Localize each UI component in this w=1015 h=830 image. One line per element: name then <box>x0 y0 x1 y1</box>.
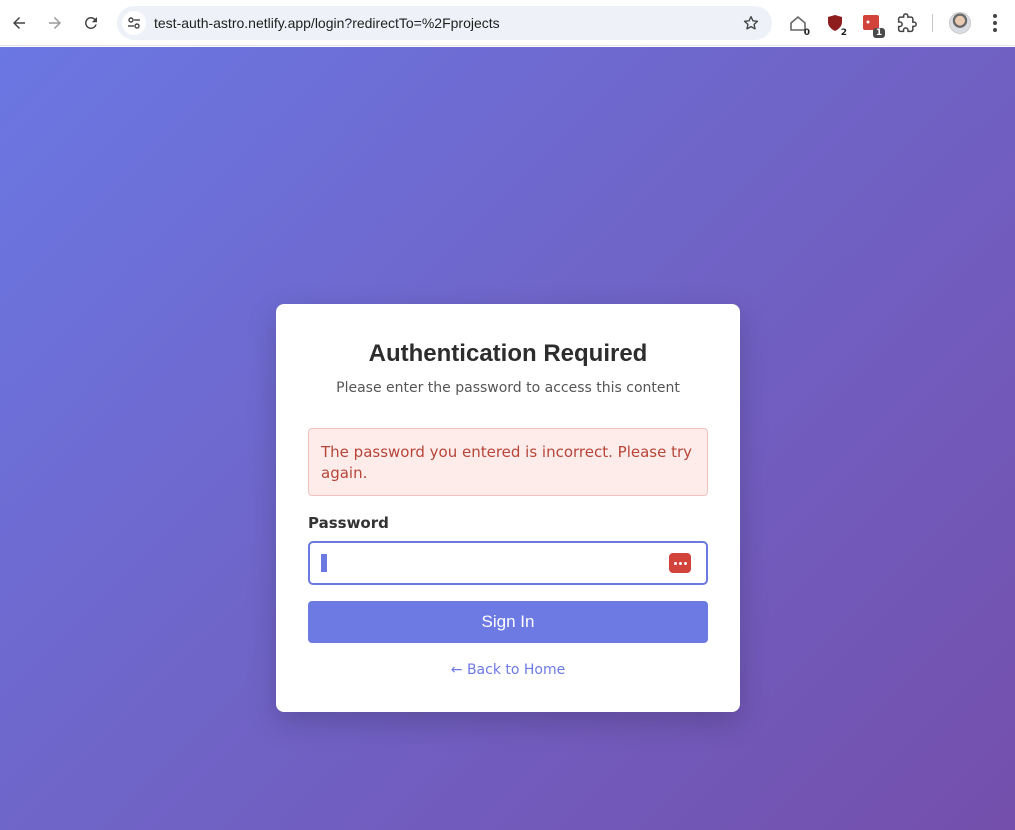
password-label: Password <box>308 514 389 532</box>
url-text[interactable]: test-auth-astro.netlify.app/login?redire… <box>154 15 500 31</box>
puzzle-icon <box>897 13 917 33</box>
password-input[interactable] <box>320 553 660 573</box>
dot-icon <box>683 561 687 565</box>
profile-avatar[interactable] <box>949 12 971 34</box>
forward-button[interactable] <box>41 9 69 37</box>
site-info-button[interactable] <box>122 11 146 35</box>
password-field-wrapper[interactable] <box>308 541 708 585</box>
shield-extension-icon[interactable]: 2 <box>823 11 847 38</box>
arrow-right-icon <box>49 17 61 29</box>
login-card: Authentication Required Please enter the… <box>276 304 740 712</box>
extension-badge: 2 <box>840 28 847 38</box>
dot-icon <box>678 561 682 565</box>
password-manager-icon[interactable] <box>669 553 691 573</box>
red-extension-icon[interactable]: 1 <box>859 11 885 38</box>
extension-badge: 0 <box>803 28 810 38</box>
browser-toolbar: test-auth-astro.netlify.app/login?redire… <box>0 0 1015 46</box>
browser-menu-button[interactable] <box>985 12 1005 34</box>
dot-icon <box>993 28 997 32</box>
back-button[interactable] <box>5 9 33 37</box>
dot-icon <box>993 14 997 18</box>
sign-in-button[interactable]: Sign In <box>308 601 708 643</box>
reload-button[interactable] <box>77 9 105 37</box>
tune-icon <box>128 17 140 29</box>
address-bar[interactable]: test-auth-astro.netlify.app/login?redire… <box>117 6 772 40</box>
page-background: Authentication Required Please enter the… <box>0 47 1015 830</box>
dot-icon <box>673 561 677 565</box>
page-subtitle: Please enter the password to access this… <box>336 380 680 396</box>
dot-icon <box>993 21 997 25</box>
error-message: The password you entered is incorrect. P… <box>308 428 708 496</box>
bookmark-star-icon[interactable] <box>742 14 760 32</box>
toolbar-divider <box>932 14 933 32</box>
back-to-home-link[interactable]: ← Back to Home <box>276 662 740 678</box>
reload-icon <box>84 16 97 29</box>
extensions-menu-button[interactable] <box>895 11 919 35</box>
arrow-left-icon <box>13 17 25 29</box>
page-title: Authentication Required <box>368 340 648 367</box>
home-extension-icon[interactable]: 0 <box>786 11 810 38</box>
extension-badge: 1 <box>873 28 885 38</box>
text-cursor <box>321 554 327 572</box>
